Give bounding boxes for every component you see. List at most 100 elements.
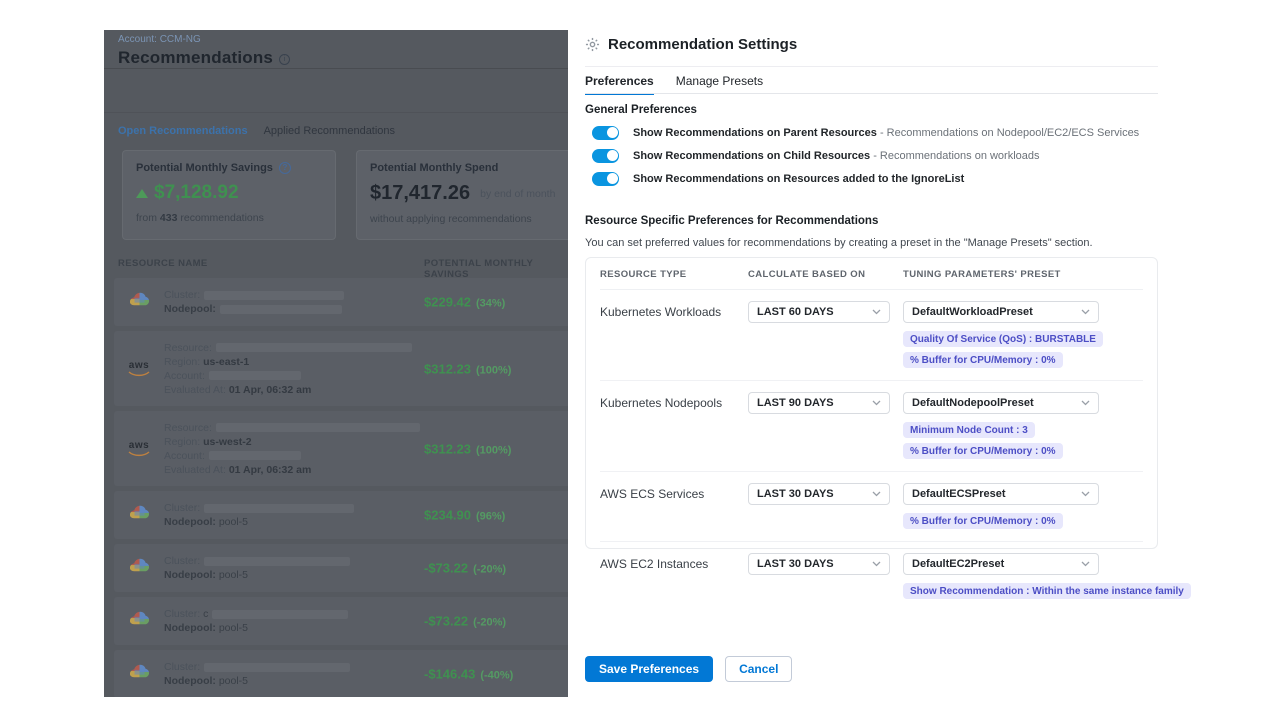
table-row[interactable]: Cluster:Nodepool:$229.42(34%) [114,278,568,326]
detail-value: pool-5 [219,516,248,528]
tab-applied-recommendations[interactable]: Applied Recommendations [264,125,395,137]
screen: Account: CCM-NG Recommendations i Open R… [0,0,1280,720]
toggle-label: Show Recommendations on Resources added … [633,173,964,185]
redacted-text [209,451,301,460]
detail-value: pool-5 [219,569,248,581]
savings-amount: $234.90 [424,508,471,523]
select-value: DefaultWorkloadPreset [912,306,1033,318]
gcp-cloud-icon [128,291,151,313]
account-breadcrumb: Account: CCM-NG [118,34,201,45]
resource-details: Cluster:Nodepool: pool-5 [164,501,354,529]
spend-amount: $17,417.26 [370,182,470,205]
select-value: LAST 90 DAYS [757,397,834,409]
gcp-icon-cell [114,291,164,313]
table-row[interactable]: Cluster:Nodepool: pool-5$234.90(96%) [114,491,568,539]
select-value: DefaultECSPreset [912,488,1006,500]
resource-pref-row: AWS ECS ServicesLAST 30 DAYS DefaultECSPr… [600,471,1143,541]
preset-badge: % Buffer for CPU/Memory : 0% [903,352,1063,368]
resource-type-label: AWS ECS Services [600,483,748,529]
calculate-based-on-select[interactable]: LAST 60 DAYS [748,301,890,323]
table-row[interactable]: Cluster:Nodepool: pool-5-$146.43(-40%) [114,650,568,697]
gcp-icon-cell [114,504,164,526]
preset-badges: Quality Of Service (QoS) : BURSTABLE % Bu… [903,331,1143,368]
resource-preferences-table: RESOURCE TYPE CALCULATE BASED ON TUNING … [585,257,1158,549]
preset-badge: Quality Of Service (QoS) : BURSTABLE [903,331,1103,347]
resource-details: Cluster: cNodepool: pool-5 [164,607,348,635]
column-resource-name: RESOURCE NAME [118,258,208,269]
tuning-preset-select[interactable]: DefaultWorkloadPreset [903,301,1099,323]
savings-amount: $7,128.92 [154,182,239,204]
calculate-based-on-select[interactable]: LAST 30 DAYS [748,483,890,505]
detail-value: pool-5 [219,675,248,687]
calculate-based-on-select[interactable]: LAST 90 DAYS [748,392,890,414]
resource-detail-line: Nodepool: [164,302,344,316]
toggle-label-bold: Show Recommendations on Resources added … [633,173,964,185]
page-title: Recommendations [118,48,273,68]
redacted-text [204,291,344,300]
resource-detail-line: Region: us-east-1 [164,355,412,369]
tuning-preset-select[interactable]: DefaultECSPreset [903,483,1099,505]
tuning-preset-select[interactable]: DefaultEC2Preset [903,553,1099,575]
detail-label: Cluster: [164,661,200,673]
column-potential-monthly-savings: POTENTIAL MONTHLY SAVINGS [424,258,568,280]
gcp-icon-cell [114,663,164,685]
toggle-knob [607,173,618,184]
gcp-cloud-icon [128,504,151,526]
detail-label: Cluster: [164,555,200,567]
preset-badges: Minimum Node Count : 3% Buffer for CPU/M… [903,422,1143,459]
preset-badges: Show Recommendation : Within the same in… [903,583,1191,599]
select-value: DefaultEC2Preset [912,558,1004,570]
chevron-down-icon [872,488,881,500]
column-tuning-preset: TUNING PARAMETERS' PRESET [903,269,1143,280]
toggle-row: Show Recommendations on Child Resources … [592,144,1139,167]
save-preferences-button[interactable]: Save Preferences [585,656,713,682]
cancel-button[interactable]: Cancel [725,656,792,682]
resource-detail-line: Account: [164,369,412,383]
redacted-text [212,610,348,619]
aws-icon: aws [128,441,150,457]
select-value: LAST 30 DAYS [757,558,834,570]
chevron-down-icon [1081,488,1090,500]
resource-detail-line: Cluster: c [164,607,348,621]
toggle-switch[interactable] [592,149,619,163]
savings-percent: (100%) [476,364,511,376]
toggle-switch[interactable] [592,172,619,186]
potential-monthly-savings-card: Potential Monthly Savings ? $7,128.92 fr… [122,150,336,240]
toggle-switch[interactable] [592,126,619,140]
table-row[interactable]: Cluster: cNodepool: pool-5-$73.22(-20%) [114,597,568,645]
table-row[interactable]: awsResource:Region: us-west-2Account:Eva… [114,411,568,486]
info-icon[interactable]: i [279,54,290,65]
chevron-down-icon [872,397,881,409]
chevron-down-icon [872,306,881,318]
gcp-cloud-icon [128,663,151,685]
toggle-label: Show Recommendations on Parent Resources… [633,127,1139,139]
detail-value: pool-5 [219,622,248,634]
savings-amount: $312.23 [424,441,471,456]
detail-label: Account: [164,450,205,462]
toggle-label-bold: Show Recommendations on Parent Resources [633,127,877,139]
row-savings-value: -$146.43(-40%) [424,667,513,682]
toggle-label-rest: - Recommendations on workloads [870,150,1039,162]
detail-label: Cluster: [164,608,200,620]
gcp-cloud-icon [128,557,151,579]
table-row[interactable]: Cluster:Nodepool: pool-5-$73.22(-20%) [114,544,568,592]
detail-label: Nodepool: [164,569,216,581]
toggle-label-bold: Show Recommendations on Child Resources [633,150,870,162]
calculate-based-on-select[interactable]: LAST 30 DAYS [748,553,890,575]
table-row[interactable]: awsResource:Region: us-east-1Account:Eva… [114,331,568,406]
help-icon[interactable]: ? [279,162,291,174]
tab-preferences[interactable]: Preferences [585,74,654,95]
tab-manage-presets[interactable]: Manage Presets [676,74,763,95]
toggle-row: Show Recommendations on Resources added … [592,167,1139,190]
detail-label: Region: [164,356,200,368]
spend-card-title: Potential Monthly Spend [370,162,498,174]
aws-icon-cell: aws [114,441,164,457]
tuning-preset-select[interactable]: DefaultNodepoolPreset [903,392,1099,414]
recommendations-table: Cluster:Nodepool:$229.42(34%) awsResource… [114,278,568,697]
calculate-based-on-cell: LAST 30 DAYS [748,483,903,529]
tab-open-recommendations[interactable]: Open Recommendations [118,125,248,137]
savings-percent: (100%) [476,444,511,456]
resource-type-label: AWS EC2 Instances [600,553,748,599]
resource-type-label: Kubernetes Workloads [600,301,748,368]
resource-preferences-description: You can set preferred values for recomme… [585,237,1093,249]
